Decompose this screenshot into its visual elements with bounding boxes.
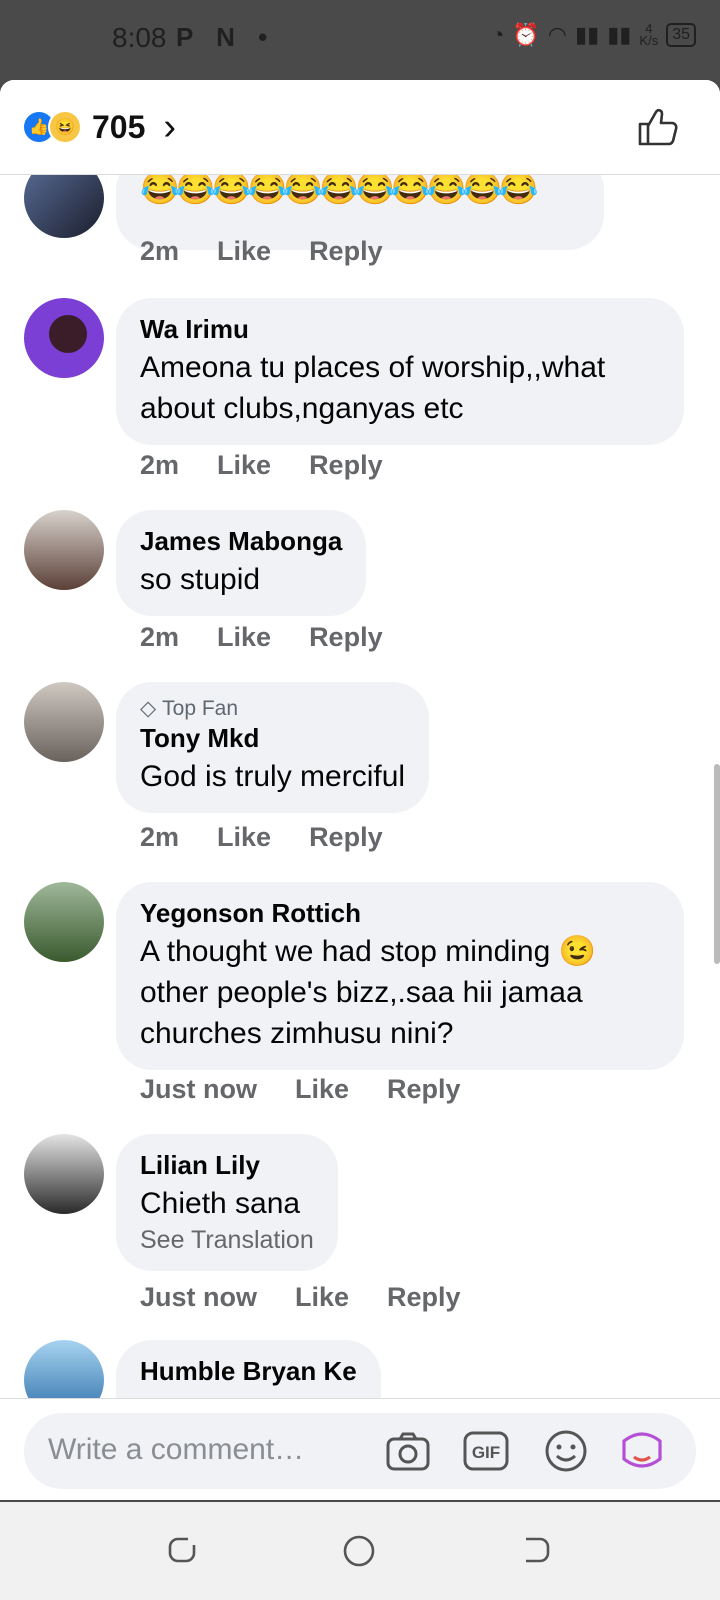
comment-text: Chieth sana xyxy=(140,1187,301,1220)
avatar[interactable] xyxy=(24,510,104,590)
comment-author[interactable]: James Mabonga xyxy=(140,526,342,557)
back-icon[interactable] xyxy=(520,1534,552,1566)
alarm-icon: ⏰ xyxy=(512,22,540,47)
haha-reaction-icon: 😆 xyxy=(48,110,82,144)
reply-link[interactable]: Reply xyxy=(387,1282,461,1313)
reaction-count: 705 xyxy=(92,108,146,145)
comment-time: 2m xyxy=(140,822,180,852)
battery-icon: 35 xyxy=(666,23,696,47)
comment-list: 😂😂😂😂😂😂😂😂😂😂😂 2m Like Reply Wa Irimu Ameon… xyxy=(0,174,720,1478)
avatar[interactable] xyxy=(24,298,104,378)
avatar-sticker-icon[interactable] xyxy=(618,1427,666,1475)
comment-bubble: ◇ Top Fan Tony Mkd God is truly merciful xyxy=(116,682,430,813)
reply-link[interactable]: Reply xyxy=(309,622,383,653)
scrollbar[interactable] xyxy=(714,764,720,964)
comment-text: so stupid xyxy=(140,563,261,596)
comment-author[interactable]: Tony Mkd xyxy=(140,723,405,754)
comment-text: Ameona tu places of worship,,what about … xyxy=(140,351,606,425)
comment-time: 2m xyxy=(140,450,180,480)
wifi-icon: ◠ xyxy=(547,22,567,47)
comment-actions: 2m Like Reply xyxy=(140,822,383,853)
comment-input-placeholder: Write a comment… xyxy=(48,1433,305,1466)
status-time: 8:08 xyxy=(112,22,167,53)
network-speed: 4 K/s xyxy=(639,21,659,48)
emoji-icon[interactable] xyxy=(542,1427,590,1475)
signal-icon-2: ▮▮ xyxy=(607,22,632,47)
like-link[interactable]: Like xyxy=(217,622,271,653)
comment-actions: 2m Like Reply xyxy=(140,622,383,653)
thumbs-up-icon[interactable] xyxy=(636,106,678,148)
comment-text: A thought we had stop minding 😉 other pe… xyxy=(140,935,596,1050)
comment-author[interactable]: Humble Bryan Ke xyxy=(140,1356,357,1387)
comment-time: Just now xyxy=(140,1074,258,1104)
like-link[interactable]: Like xyxy=(217,450,271,481)
avatar[interactable] xyxy=(24,174,104,238)
diamond-icon: ◇ xyxy=(140,697,157,720)
comment-input[interactable]: Write a comment… GIF xyxy=(24,1413,696,1489)
comment-author[interactable]: Lilian Lily xyxy=(140,1150,314,1181)
recent-apps-icon[interactable] xyxy=(166,1534,198,1566)
camera-icon[interactable] xyxy=(384,1427,432,1475)
comment-time: 2m xyxy=(140,236,180,266)
comment-text: 😂😂😂😂😂😂😂😂😂😂😂 xyxy=(140,174,538,206)
gif-icon[interactable]: GIF xyxy=(462,1427,510,1475)
home-icon[interactable] xyxy=(342,1534,376,1568)
data-saver-icon: ◔ xyxy=(491,22,505,47)
notification-icons: P N • xyxy=(176,22,276,52)
see-translation-link[interactable]: See Translation xyxy=(140,1226,314,1255)
comments-sheet: 👍 😆 705 › 😂😂😂😂😂😂😂😂😂😂😂 2m Like Reply Wa I… xyxy=(0,80,720,1500)
comment-bubble: Yegonson Rottich A thought we had stop m… xyxy=(116,882,684,1070)
reactions-summary[interactable]: 👍 😆 705 › xyxy=(22,108,176,146)
comment-actions: Just now Like Reply xyxy=(140,1074,461,1105)
reply-link[interactable]: Reply xyxy=(387,1074,461,1105)
avatar[interactable] xyxy=(24,1134,104,1214)
comment-bubble: Lilian Lily Chieth sana See Translation xyxy=(116,1134,338,1271)
status-bar: 8:08 P N • ◔ ⏰ ◠ ▮▮ ▮▮ 4 K/s 35 xyxy=(0,0,720,80)
avatar[interactable] xyxy=(24,882,104,962)
reactions-header: 👍 😆 705 › xyxy=(0,80,720,175)
comment-time: Just now xyxy=(140,1282,258,1312)
comment-actions: 2m Like Reply xyxy=(140,450,383,481)
reply-link[interactable]: Reply xyxy=(309,236,383,267)
comment-author[interactable]: Wa Irimu xyxy=(140,314,660,345)
comment-time: 2m xyxy=(140,622,180,652)
svg-text:GIF: GIF xyxy=(472,1443,500,1462)
comment-composer: Write a comment… GIF xyxy=(0,1398,720,1500)
top-fan-badge: ◇ Top Fan xyxy=(140,696,239,721)
like-link[interactable]: Like xyxy=(295,1282,349,1313)
comment-actions: Just now Like Reply xyxy=(140,1282,461,1313)
comment-bubble: Wa Irimu Ameona tu places of worship,,wh… xyxy=(116,298,684,445)
system-icons: ◔ ⏰ ◠ ▮▮ ▮▮ 4 K/s 35 xyxy=(491,22,696,48)
comment-text: God is truly merciful xyxy=(140,760,406,793)
comment-actions: 2m Like Reply xyxy=(140,236,383,267)
comment-bubble: James Mabonga so stupid xyxy=(116,510,367,616)
reply-link[interactable]: Reply xyxy=(309,450,383,481)
avatar[interactable] xyxy=(24,682,104,762)
comment-author[interactable]: Yegonson Rottich xyxy=(140,898,660,929)
like-link[interactable]: Like xyxy=(217,822,271,853)
chevron-right-icon: › xyxy=(163,106,177,148)
signal-icon: ▮▮ xyxy=(574,22,600,47)
like-link[interactable]: Like xyxy=(217,236,271,267)
reply-link[interactable]: Reply xyxy=(309,822,383,853)
like-link[interactable]: Like xyxy=(295,1074,349,1105)
system-nav-bar xyxy=(0,1502,720,1600)
